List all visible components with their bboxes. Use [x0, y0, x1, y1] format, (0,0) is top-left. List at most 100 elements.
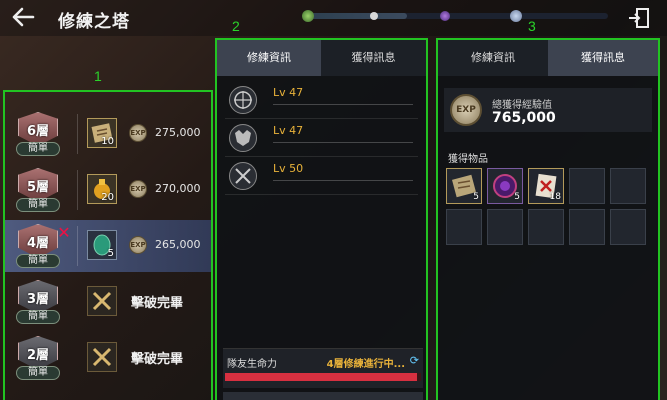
item-slot[interactable]: 18	[528, 168, 564, 204]
crossed-swords-icon	[87, 286, 117, 316]
team-hp-bar	[225, 373, 421, 381]
difficulty-chip: 簡單	[16, 366, 60, 380]
empty-item-slot	[610, 209, 646, 245]
item-slot[interactable]: 5	[487, 168, 523, 204]
reward-count: 20	[101, 192, 114, 203]
exp-coin-icon: EXP	[129, 236, 147, 254]
training-info-panel: 修練資訊 獲得訊息 Lv 47 Lv 47 Lv 50 隊友生命力 4層修練進行…	[215, 38, 428, 400]
gained-info-panel: 修練資訊 獲得訊息 EXP 總獲得經驗值 765,000 獲得物品 5 5 18	[436, 38, 660, 400]
floor-row-5[interactable]: 5層 簡單 20 EXP 270,000	[5, 164, 211, 216]
tower-progress	[300, 10, 612, 22]
gained-items-title: 獲得物品	[448, 154, 488, 165]
tab-bar: 修練資訊 獲得訊息	[438, 40, 658, 76]
floor-label: 2層	[26, 348, 50, 363]
cleared-status: 擊破完畢	[131, 296, 184, 311]
tab-training-info[interactable]: 修練資訊	[438, 40, 548, 76]
floor-label: 5層	[26, 180, 50, 195]
divider	[77, 114, 78, 154]
team-hp-label: 隊友生命力	[227, 359, 277, 370]
section-marker-1: 1	[94, 68, 102, 84]
stage-node-blue-icon	[510, 10, 522, 22]
crossed-swords-icon	[87, 342, 117, 372]
training-status: 4層修練進行中...	[326, 359, 405, 370]
back-arrow-icon[interactable]	[10, 6, 38, 30]
member-row[interactable]: Lv 50	[217, 158, 426, 194]
total-exp-title: 總獲得經驗值	[492, 100, 552, 111]
member-level: Lv 47	[273, 86, 304, 99]
member-row[interactable]: Lv 47	[217, 82, 426, 118]
tab-gained-info[interactable]: 獲得訊息	[548, 40, 658, 76]
exp-coin-icon: EXP	[129, 124, 147, 142]
divider	[225, 194, 418, 195]
floor-badge: 6層 簡單	[15, 112, 61, 156]
item-count: 18	[549, 192, 561, 202]
empty-item-slot	[528, 209, 564, 245]
exp-coin-icon: EXP	[450, 94, 482, 126]
floor-row-6[interactable]: 6層 簡單 10 EXP 275,000	[5, 108, 211, 160]
member-level: Lv 47	[273, 124, 304, 137]
member-row[interactable]: Lv 47	[217, 120, 426, 156]
exp-amount: 270,000	[155, 182, 201, 195]
beast-emblem-icon	[229, 124, 257, 152]
stage-node-white-icon	[370, 12, 378, 20]
tab-training-info[interactable]: 修練資訊	[217, 40, 321, 76]
crossed-swords-icon	[229, 162, 257, 190]
reward-item-scroll-icon[interactable]: 10	[87, 118, 117, 148]
floor-list: 6層 簡單 10 EXP 275,000 5層 簡單 20 EXP 270,00…	[3, 90, 213, 400]
difficulty-chip: 簡單	[16, 310, 60, 324]
item-count: 5	[514, 192, 520, 202]
empty-item-slot	[569, 168, 605, 204]
empty-item-slot	[487, 209, 523, 245]
section-marker-2: 2	[232, 18, 240, 34]
difficulty-chip: 簡單	[16, 254, 60, 268]
reward-count: 5	[107, 248, 114, 259]
cleared-status: 擊破完畢	[131, 352, 184, 367]
member-hp-line	[273, 104, 413, 105]
member-hp-line	[273, 180, 413, 181]
reward-count: 10	[101, 136, 114, 147]
team-hp-box: 隊友生命力 4層修練進行中... ⟳	[223, 348, 423, 388]
exp-amount: 275,000	[155, 126, 201, 139]
exit-door-icon[interactable]	[628, 8, 650, 28]
reward-item-gold-potion-icon[interactable]: 20	[87, 174, 117, 204]
item-count: 5	[473, 192, 479, 202]
floor-badge: 5層 簡單	[15, 168, 61, 212]
progress-fill	[308, 13, 407, 19]
floor-label: 6層	[26, 124, 50, 139]
empty-item-slot	[569, 209, 605, 245]
refresh-icon[interactable]: ⟳	[410, 354, 419, 367]
divider	[77, 226, 78, 266]
exp-amount: 265,000	[155, 238, 201, 251]
divider	[225, 118, 418, 119]
divider	[77, 170, 78, 210]
stage-node-purple-icon	[440, 11, 450, 21]
team-hp-fill	[225, 373, 418, 381]
empty-item-slot	[610, 168, 646, 204]
total-exp-value: 765,000	[492, 110, 556, 126]
tab-gained-info[interactable]: 獲得訊息	[321, 40, 426, 76]
floor-row-3[interactable]: 3層 簡單 擊破完畢	[5, 276, 211, 328]
page-title: 修練之塔	[58, 12, 130, 32]
top-bar: 修練之塔	[0, 0, 667, 36]
exp-coin-icon: EXP	[129, 180, 147, 198]
member-level: Lv 50	[273, 162, 304, 175]
floor-label: 3層	[26, 292, 50, 307]
total-exp-box: EXP 總獲得經驗值 765,000	[444, 88, 652, 132]
crossed-swords-mark-icon: ✕	[57, 223, 71, 242]
empty-item-slot	[446, 209, 482, 245]
difficulty-chip: 簡單	[16, 142, 60, 156]
difficulty-chip: 簡單	[16, 198, 60, 212]
section-marker-3: 3	[528, 18, 536, 34]
bottom-action-button[interactable]	[223, 392, 423, 400]
item-slot[interactable]: 5	[446, 168, 482, 204]
floor-row-2[interactable]: 2層 簡單 擊破完畢	[5, 332, 211, 384]
tab-bar: 修練資訊 獲得訊息	[217, 40, 426, 76]
floor-badge: 3層 簡單	[15, 280, 61, 324]
divider	[225, 156, 418, 157]
floor-row-4[interactable]: 4層 簡單 ✕ 5 EXP 265,000	[5, 220, 211, 272]
member-hp-line	[273, 142, 413, 143]
floor-badge: 2層 簡單	[15, 336, 61, 380]
compass-emblem-icon	[229, 86, 257, 114]
stage-node-green-icon	[302, 10, 314, 22]
reward-item-green-gem-icon[interactable]: 5	[87, 230, 117, 260]
